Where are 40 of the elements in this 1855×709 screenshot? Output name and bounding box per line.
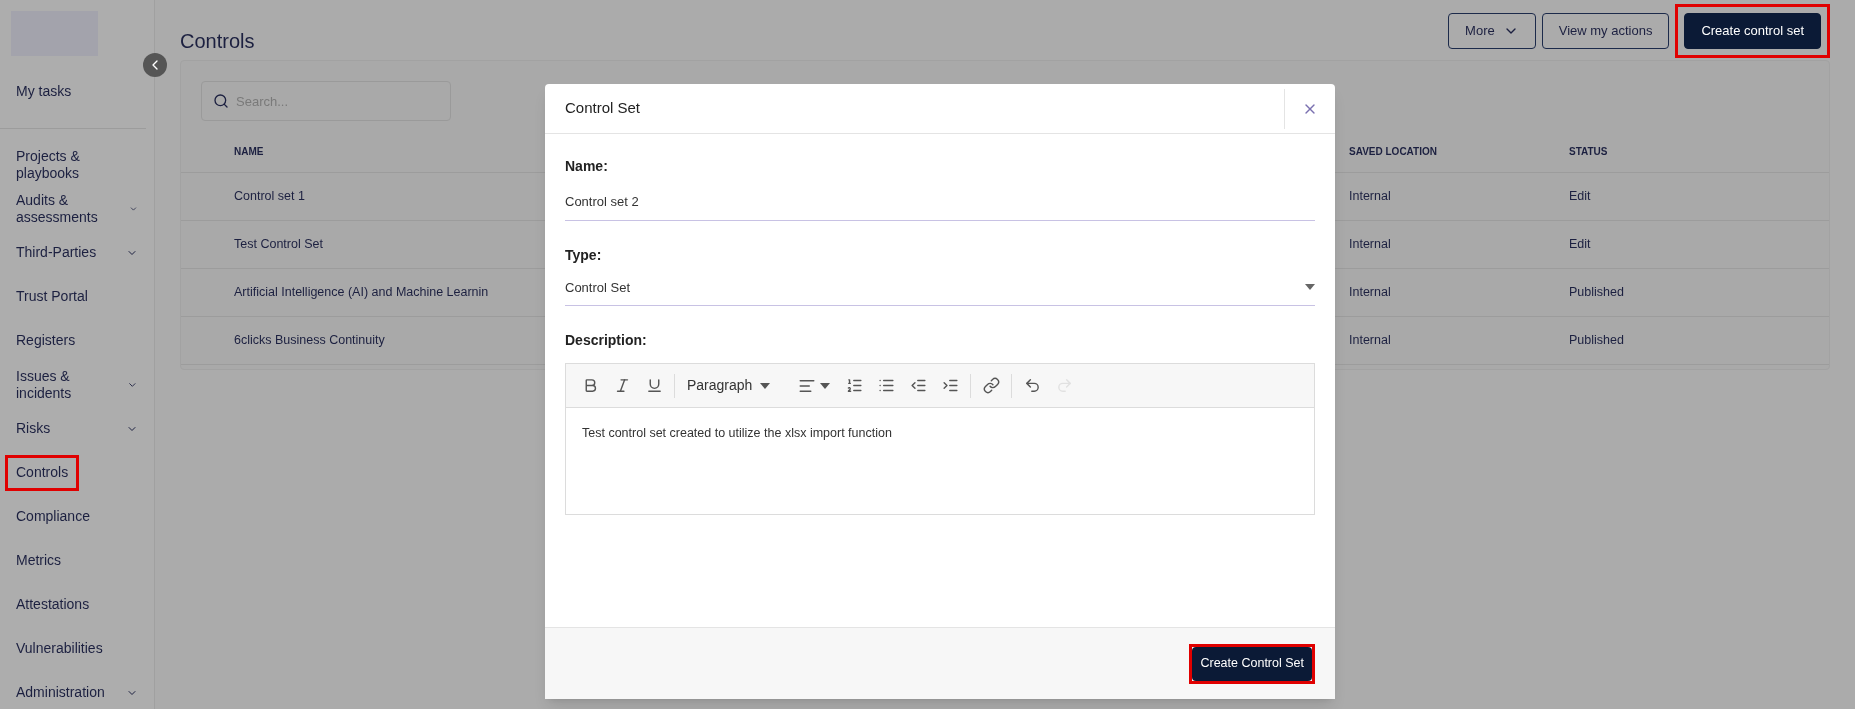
caret-icon — [760, 382, 771, 389]
table-cell: Edit — [1569, 221, 1829, 269]
table-cell: Published — [1569, 317, 1829, 365]
caret-icon — [1305, 284, 1315, 291]
name-input[interactable]: Control set 2 — [565, 192, 1315, 221]
table-cell: Internal — [1349, 173, 1569, 221]
field-label: Description: — [565, 331, 648, 350]
block-format-dropdown[interactable]: Paragraph — [679, 375, 779, 396]
dialog-title: Control Set — [564, 98, 642, 119]
column-header: SAVED LOCATION — [1349, 131, 1569, 173]
table-cell: Published — [1569, 269, 1829, 317]
table-cell: Internal — [1349, 269, 1569, 317]
sidebar-item[interactable]: Metrics — [5, 543, 73, 579]
table-cell: Edit — [1569, 173, 1829, 221]
collapse-sidebar-button[interactable] — [143, 53, 167, 77]
field-label: Type: — [565, 245, 603, 265]
column-header: STATUS — [1569, 131, 1829, 173]
action-button[interactable]: View my actions — [1541, 13, 1670, 49]
sidebar-item[interactable]: Risks — [5, 411, 62, 447]
sidebar-item[interactable]: Issues & incidents — [5, 358, 128, 412]
sidebar-item[interactable]: Attestations — [5, 587, 101, 623]
sidebar-item[interactable]: Administration — [5, 675, 116, 709]
sidebar-item[interactable]: Third-Parties — [5, 235, 108, 271]
more-button[interactable]: More — [1448, 13, 1536, 49]
action-button[interactable]: Create control set — [1684, 13, 1821, 49]
sidebar-item[interactable]: Vulnerabilities — [5, 631, 114, 667]
table-cell: Internal — [1349, 317, 1569, 365]
search-icon — [213, 93, 229, 109]
type-select[interactable]: Control Set — [565, 277, 1315, 306]
sidebar-item[interactable]: My tasks — [5, 74, 83, 110]
page-title: Controls — [180, 29, 255, 54]
sidebar-item[interactable]: Controls — [5, 455, 80, 491]
description-editor[interactable]: Test control set created to utilize the xlsx import function — [566, 408, 1314, 514]
table-cell: Internal — [1349, 221, 1569, 269]
create-control-set-button[interactable]: Create Control Set — [1192, 646, 1312, 681]
sidebar-item[interactable]: Compliance — [5, 499, 101, 535]
sidebar-item[interactable]: Registers — [5, 323, 87, 359]
sidebar-item[interactable]: Trust Portal — [5, 279, 99, 315]
caret-icon — [820, 382, 831, 389]
field-label: Name: — [565, 157, 609, 176]
